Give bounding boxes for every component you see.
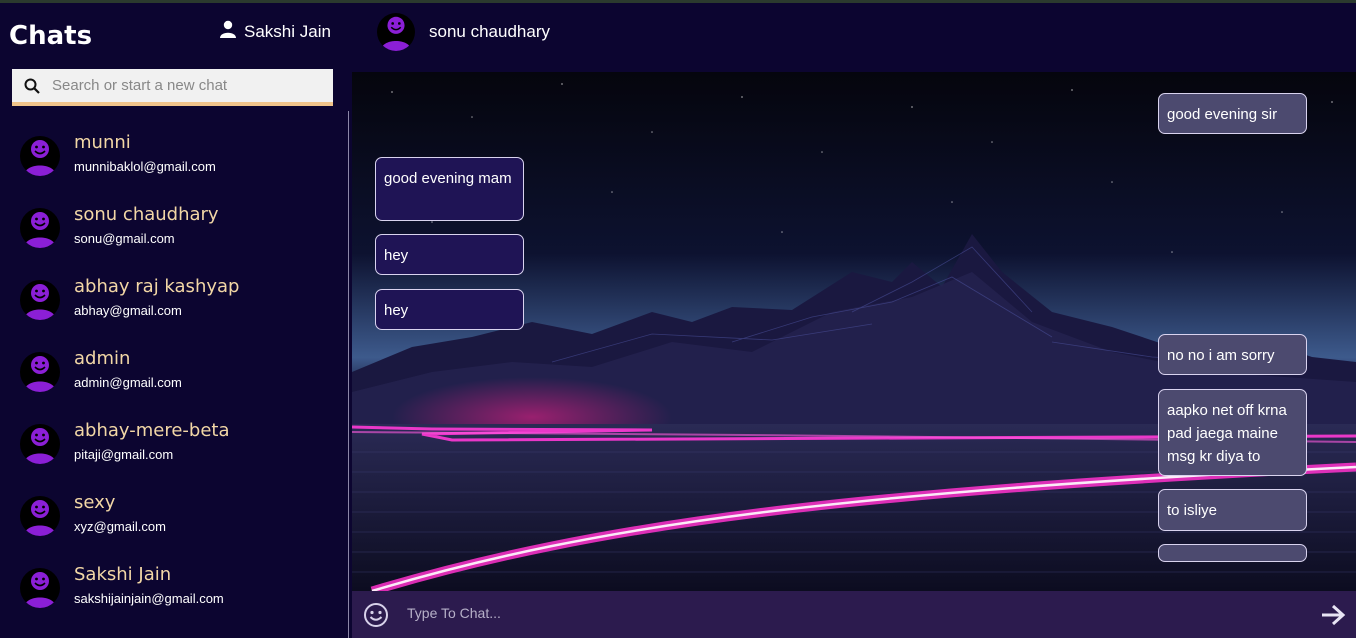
contact-email: sonu@gmail.com bbox=[74, 231, 175, 246]
smiley-avatar-icon bbox=[377, 13, 415, 51]
smiley-avatar-icon bbox=[20, 496, 60, 536]
app-title: Chats bbox=[9, 21, 93, 51]
smiley-avatar-icon bbox=[20, 424, 60, 464]
contact-item[interactable]: sonu chaudhary sonu@gmail.com bbox=[20, 202, 340, 266]
active-chat-name: sonu chaudhary bbox=[429, 22, 550, 41]
search-input[interactable] bbox=[52, 77, 312, 94]
sidebar: munni munnibaklol@gmail.com sonu chaudhary… bbox=[0, 69, 349, 638]
received-message: hey bbox=[375, 234, 524, 275]
smiley-avatar-icon bbox=[20, 568, 60, 608]
received-message: hey bbox=[375, 289, 524, 330]
contact-email: munnibaklol@gmail.com bbox=[74, 159, 216, 174]
contact-item[interactable]: sexy xyz@gmail.com bbox=[20, 490, 340, 554]
sent-message: good evening sir bbox=[1158, 93, 1307, 134]
contact-item[interactable]: abhay-mere-beta pitaji@gmail.com bbox=[20, 418, 340, 482]
smiley-avatar-icon bbox=[20, 136, 60, 176]
received-message: good evening mam bbox=[375, 157, 524, 221]
contact-name: munni bbox=[74, 132, 131, 153]
contact-name: sexy bbox=[74, 492, 116, 513]
contact-name: abhay-mere-beta bbox=[74, 420, 230, 441]
search-icon bbox=[12, 78, 52, 94]
user-icon bbox=[220, 20, 236, 43]
smiley-avatar-icon bbox=[20, 280, 60, 320]
contact-name: Sakshi Jain bbox=[74, 564, 172, 585]
chat-panel: good evening sir good evening mam hey hey no… bbox=[352, 72, 1356, 591]
contact-email: pitaji@gmail.com bbox=[74, 447, 174, 462]
smiley-avatar-icon bbox=[20, 352, 60, 392]
emoji-icon[interactable] bbox=[363, 602, 389, 633]
contact-name: sonu chaudhary bbox=[74, 204, 219, 225]
sent-message: to isliye bbox=[1158, 489, 1307, 531]
sidebar-divider bbox=[348, 111, 349, 638]
sent-message: no no i am sorry bbox=[1158, 334, 1307, 375]
contact-name: abhay raj kashyap bbox=[74, 276, 240, 297]
sent-message bbox=[1158, 544, 1307, 562]
contact-email: xyz@gmail.com bbox=[74, 519, 166, 534]
contact-item[interactable]: admin admin@gmail.com bbox=[20, 346, 340, 410]
current-user-name: Sakshi Jain bbox=[244, 21, 331, 41]
top-header: Chats Sakshi Jain sonu chaudhary bbox=[0, 3, 1356, 69]
active-chat-header[interactable]: sonu chaudhary bbox=[377, 13, 550, 51]
message-input[interactable] bbox=[407, 605, 1287, 621]
sent-message: aapko net off krna pad jaega maine msg k… bbox=[1158, 389, 1307, 476]
contact-email: admin@gmail.com bbox=[74, 375, 182, 390]
smiley-avatar-icon bbox=[20, 208, 60, 248]
contact-item[interactable]: munni munnibaklol@gmail.com bbox=[20, 130, 340, 194]
contact-email: sakshijainjain@gmail.com bbox=[74, 591, 224, 606]
current-user[interactable]: Sakshi Jain bbox=[220, 20, 331, 43]
search-box[interactable] bbox=[12, 69, 333, 106]
contact-email: abhay@gmail.com bbox=[74, 303, 182, 318]
contact-item[interactable]: abhay raj kashyap abhay@gmail.com bbox=[20, 274, 340, 338]
contact-name: admin bbox=[74, 348, 131, 369]
composer-bar bbox=[352, 591, 1356, 638]
send-arrow-icon[interactable] bbox=[1320, 603, 1346, 632]
contact-item[interactable]: Sakshi Jain sakshijainjain@gmail.com bbox=[20, 562, 340, 626]
